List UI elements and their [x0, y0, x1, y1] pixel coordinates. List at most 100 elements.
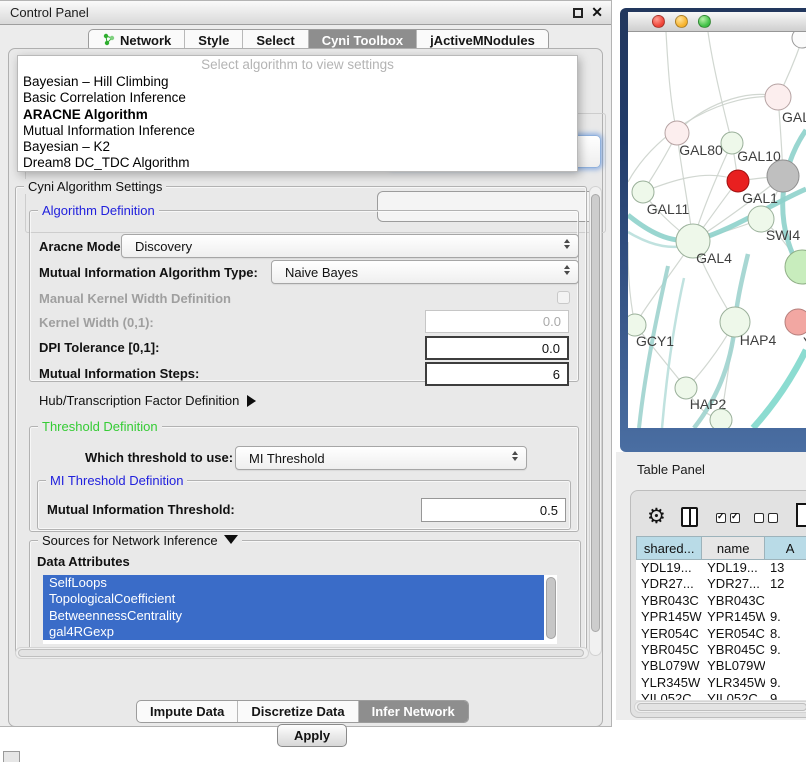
tab-infer-network[interactable]: Infer Network	[358, 701, 468, 722]
table-row[interactable]: YIL052CYIL052C9.	[636, 691, 806, 700]
table-row[interactable]: YER054CYER054C8.	[636, 626, 806, 642]
which-threshold-combobox[interactable]: MI Threshold	[235, 446, 527, 470]
aracne-mode-value: Discovery	[135, 239, 192, 254]
table-cell: YIL052C	[636, 691, 702, 700]
collapsed-panel-icon[interactable]	[3, 751, 20, 762]
table-row[interactable]: YLR345WYLR345W9.	[636, 675, 806, 691]
settings-hscrollbar[interactable]	[15, 647, 589, 659]
network-edge[interactable]	[662, 278, 684, 428]
apply-button[interactable]: Apply	[277, 724, 347, 747]
node-label-gal10: GAL10	[737, 148, 781, 164]
select-all-checkbox-icon[interactable]	[716, 513, 726, 523]
list-scrollbar-thumb[interactable]	[546, 577, 556, 639]
dropdown-item-mutual-information-inference[interactable]: Mutual Information Inference	[18, 123, 577, 139]
table-hscrollbar-thumb[interactable]	[637, 703, 806, 711]
network-canvas[interactable]: GALGAL80GAL10GAL1SWI4GAL11GAL4GCY1HAP4YH…	[628, 32, 806, 428]
threshold-definition-title: Threshold Definition	[38, 419, 162, 434]
gear-icon[interactable]: ⚙	[647, 505, 666, 529]
hub-definition-expander[interactable]: Hub/Transcription Factor Definition	[39, 393, 256, 408]
data-attributes-list[interactable]: SelfLoopsTopologicalCoefficientBetweenne…	[43, 575, 557, 644]
zoom-traffic-light-icon[interactable]	[698, 15, 711, 28]
select-all-checkbox-icon[interactable]	[730, 513, 740, 523]
table-cell: 8.	[765, 626, 806, 642]
table-row[interactable]: YPR145WYPR145W9.	[636, 609, 806, 625]
dpi-tolerance-field[interactable]: 0.0	[425, 336, 569, 360]
attribute-item-gal4rgexp[interactable]: gal4RGexp	[43, 624, 544, 640]
network-node-gal[interactable]	[765, 84, 791, 110]
column-header-name[interactable]: name	[702, 536, 765, 560]
dropdown-item-dream8-dc-tdc-algorithm[interactable]: Dream8 DC_TDC Algorithm	[18, 155, 577, 171]
table-cell: YBR045C	[702, 642, 765, 658]
dropdown-item-bayesian-k2[interactable]: Bayesian – K2	[18, 139, 577, 155]
deselect-all-checkbox-icon[interactable]	[768, 513, 778, 523]
tab-impute-data[interactable]: Impute Data	[137, 701, 237, 722]
network-icon	[102, 33, 115, 49]
settings-vscrollbar[interactable]	[589, 186, 602, 656]
close-traffic-light-icon[interactable]	[652, 15, 665, 28]
dropdown-placeholder: Select algorithm to view settings	[18, 56, 577, 74]
mi-threshold-field[interactable]: 0.5	[421, 498, 566, 522]
table-hscrollbar[interactable]	[634, 701, 806, 713]
network-node-gal11[interactable]	[632, 181, 654, 203]
network-edge[interactable]	[628, 97, 778, 182]
attribute-item-betweennesscentrality[interactable]: BetweennessCentrality	[43, 608, 544, 624]
table-cell: YDL19...	[636, 560, 702, 576]
float-window-icon[interactable]	[573, 8, 583, 18]
settings-hscrollbar-thumb[interactable]	[18, 649, 584, 657]
table-row[interactable]: YBR045CYBR045C9.	[636, 642, 806, 658]
table-cell: YER054C	[702, 626, 765, 642]
new-document-icon[interactable]	[796, 503, 806, 527]
table-cell: 9.	[765, 609, 806, 625]
node-label-gal1: GAL1	[742, 190, 778, 206]
table-cell: YBR045C	[636, 642, 702, 658]
table-row[interactable]: YDR27...YDR27...12	[636, 576, 806, 592]
column-header-a[interactable]: A	[765, 536, 806, 560]
deselect-all-checkbox-icon[interactable]	[754, 513, 764, 523]
kernel-width-field[interactable]: 0.0	[425, 310, 569, 333]
table-row[interactable]: YBR043CYBR043C	[636, 593, 806, 609]
network-edge[interactable]	[708, 32, 732, 143]
table-cell: 9.	[765, 675, 806, 691]
mi-threshold-group-title: MI Threshold Definition	[46, 473, 187, 488]
close-icon[interactable]: ✕	[591, 4, 603, 21]
network-graph[interactable]: GALGAL80GAL10GAL1SWI4GAL11GAL4GCY1HAP4YH…	[628, 32, 806, 428]
mi-algorithm-type-combobox[interactable]: Naive Bayes	[271, 260, 579, 284]
mi-steps-field[interactable]: 6	[425, 362, 569, 386]
network-node-y[interactable]	[785, 309, 806, 335]
tab-discretize-data[interactable]: Discretize Data	[237, 701, 357, 722]
network-edge[interactable]	[628, 242, 635, 325]
table-row[interactable]: YDL19...YDL19...13	[636, 560, 806, 576]
network-node[interactable]	[710, 409, 732, 428]
table-row[interactable]: YBL079WYBL079W	[636, 658, 806, 674]
network-window-titlebar[interactable]	[628, 12, 806, 32]
table-cell: 13	[765, 560, 806, 576]
dropdown-item-basic-correlation-inference[interactable]: Basic Correlation Inference	[18, 90, 577, 106]
sources-group-title[interactable]: Sources for Network Inference	[38, 533, 242, 548]
dropdown-item-bayesian-hill-climbing[interactable]: Bayesian – Hill Climbing	[18, 74, 577, 90]
minimize-traffic-light-icon[interactable]	[675, 15, 688, 28]
network-node[interactable]	[785, 250, 806, 284]
control-panel-titlebar[interactable]: Control Panel ✕	[0, 1, 611, 25]
network-node[interactable]	[792, 32, 806, 48]
network-node[interactable]	[767, 160, 799, 192]
attribute-item-topologicalcoefficient[interactable]: TopologicalCoefficient	[43, 591, 544, 607]
network-node-gal1[interactable]	[727, 170, 749, 192]
manual-kernel-width-checkbox[interactable]	[557, 291, 570, 304]
table-cell: YBL079W	[636, 658, 702, 674]
node-label-gcy1: GCY1	[636, 333, 674, 349]
control-panel-title: Control Panel	[10, 5, 89, 20]
network-edge[interactable]	[666, 32, 677, 133]
mi-steps-value: 6	[553, 367, 560, 382]
split-columns-icon[interactable]	[681, 507, 698, 527]
aracne-mode-label: Aracne Mode:	[39, 239, 125, 254]
collapse-down-icon	[224, 535, 238, 544]
network-edge[interactable]	[643, 175, 738, 192]
column-header-shared[interactable]: shared...	[636, 536, 702, 560]
settings-vscrollbar-thumb[interactable]	[591, 194, 600, 632]
attribute-item-selfloops[interactable]: SelfLoops	[43, 575, 544, 591]
dropdown-item-aracne-algorithm[interactable]: ARACNE Algorithm	[18, 107, 577, 123]
network-edge[interactable]	[753, 350, 806, 428]
tab-network-label: Network	[120, 33, 171, 48]
mi-threshold-label: Mutual Information Threshold:	[47, 502, 235, 517]
aracne-mode-combobox[interactable]: Discovery	[121, 234, 579, 258]
